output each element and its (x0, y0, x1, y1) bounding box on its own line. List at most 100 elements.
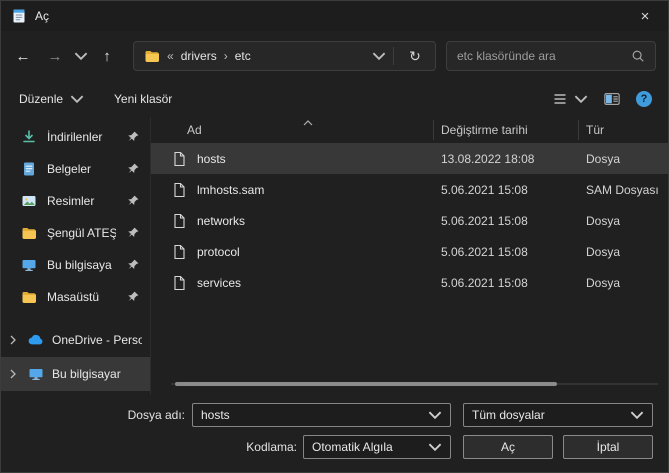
file-type: Dosya (586, 275, 621, 290)
sidebar-item[interactable]: Belgeler (3, 153, 148, 185)
file-modified: 5.06.2021 15:08 (441, 213, 528, 228)
file-name-cell: lmhosts.sam (171, 182, 441, 198)
file-modified: 5.06.2021 15:08 (441, 275, 528, 290)
filetype-value: Tüm dosyalar (472, 408, 545, 422)
file-icon (171, 213, 187, 229)
chevron-down-icon (74, 49, 88, 63)
breadcrumb-segment-etc[interactable]: etc (235, 49, 251, 63)
sidebar-item-icon (21, 257, 37, 273)
preview-pane-icon[interactable] (604, 91, 620, 107)
organize-button[interactable]: Düzenle (19, 92, 84, 106)
file-name-cell: networks (171, 213, 441, 229)
navigation-bar: ← → ↑ « drivers › etc ↻ (1, 31, 668, 81)
navigation-sidebar: İndirilenler Belgeler Resimler Şengül AT… (1, 117, 151, 395)
chevron-down-icon[interactable] (428, 408, 442, 422)
file-icon (171, 244, 187, 260)
file-icon (171, 275, 187, 291)
column-separator[interactable] (433, 120, 434, 140)
chevron-down-icon (630, 408, 644, 422)
sidebar-tree: OneDrive - Perso Bu bilgisayar (1, 323, 150, 391)
column-headers: Ad Değiştirme tarihi Tür (151, 117, 668, 143)
sidebar-item[interactable]: Bu bilgisaya (3, 249, 148, 281)
titlebar: Aç × (1, 1, 668, 31)
search-box[interactable] (446, 41, 656, 71)
sidebar-tree-item[interactable]: Bu bilgisayar (1, 357, 150, 391)
recent-locations-button[interactable] (71, 41, 91, 71)
refresh-button[interactable]: ↻ (401, 43, 429, 69)
encoding-select[interactable]: Otomatik Algıla (303, 435, 451, 459)
file-icon (171, 151, 187, 167)
file-row[interactable]: hosts 13.08.2022 18:08 Dosya (151, 143, 668, 174)
sidebar-item-icon (21, 129, 37, 145)
toolbar-right-group: ? (552, 91, 652, 107)
file-row[interactable]: services 5.06.2021 15:08 Dosya (151, 267, 668, 298)
sidebar-item[interactable]: İndirilenler (3, 121, 148, 153)
up-button[interactable]: ↑ (91, 41, 123, 71)
sidebar-item[interactable]: Resimler (3, 185, 148, 217)
main-content: İndirilenler Belgeler Resimler Şengül AT… (1, 117, 668, 395)
address-dropdown-chevron-icon[interactable] (372, 49, 386, 63)
open-button[interactable]: Aç (463, 435, 553, 459)
file-type: Dosya (586, 151, 621, 166)
help-button[interactable]: ? (636, 91, 652, 107)
file-type: SAM Dosyası (586, 182, 659, 197)
file-name: networks (197, 213, 246, 228)
sidebar-item[interactable]: Masaüstü (3, 281, 148, 313)
sidebar-item-label: Şengül ATEŞ (47, 226, 116, 240)
pin-icon (126, 258, 140, 272)
sort-ascending-icon (303, 117, 313, 129)
pin-icon (126, 290, 140, 304)
search-input[interactable] (457, 49, 623, 63)
sidebar-item-icon (28, 366, 44, 382)
chevron-down-icon (428, 440, 442, 454)
chevron-right-icon[interactable] (10, 369, 20, 379)
breadcrumb-segment-drivers[interactable]: drivers (181, 49, 217, 63)
pin-icon (126, 130, 140, 144)
sidebar-item-label: İndirilenler (47, 130, 103, 144)
file-name: protocol (197, 244, 240, 259)
sidebar-item-label: Bu bilgisayar (52, 367, 121, 381)
encoding-label: Kodlama: (246, 440, 297, 454)
breadcrumb-separator: › (223, 49, 228, 63)
chevron-right-icon[interactable] (10, 335, 20, 345)
sidebar-item[interactable]: Şengül ATEŞ (3, 217, 148, 249)
new-folder-button[interactable]: Yeni klasör (114, 92, 172, 106)
file-modified: 5.06.2021 15:08 (441, 244, 528, 259)
cancel-button[interactable]: İptal (563, 435, 653, 459)
search-icon (631, 49, 645, 63)
file-list-pane: Ad Değiştirme tarihi Tür hosts 13.08.202… (151, 117, 668, 395)
sidebar-tree-item[interactable]: OneDrive - Perso (1, 323, 150, 357)
file-row[interactable]: networks 5.06.2021 15:08 Dosya (151, 205, 668, 236)
scrollbar-thumb[interactable] (175, 382, 557, 386)
file-row[interactable]: lmhosts.sam 5.06.2021 15:08 SAM Dosyası (151, 174, 668, 205)
close-button[interactable]: × (622, 1, 668, 31)
filetype-select[interactable]: Tüm dosyalar (463, 403, 653, 427)
file-row[interactable]: protocol 5.06.2021 15:08 Dosya (151, 236, 668, 267)
file-rows: hosts 13.08.2022 18:08 Dosya lmhosts.sam… (151, 143, 668, 298)
file-type: Dosya (586, 213, 621, 228)
sidebar-item-icon (28, 332, 44, 348)
column-header-type[interactable]: Tür (586, 123, 668, 137)
notepad-app-icon (11, 8, 27, 24)
encoding-value: Otomatik Algıla (312, 440, 393, 454)
file-name: services (197, 275, 242, 290)
column-header-modified[interactable]: Değiştirme tarihi (441, 123, 586, 137)
filename-input[interactable] (201, 408, 422, 422)
pin-icon (126, 226, 140, 240)
filename-combobox[interactable] (192, 403, 451, 427)
forward-button[interactable]: → (39, 41, 71, 71)
file-name-cell: hosts (171, 151, 441, 167)
sidebar-item-label: Resimler (47, 194, 95, 208)
new-folder-label: Yeni klasör (114, 92, 173, 106)
file-name: lmhosts.sam (197, 182, 265, 197)
horizontal-scrollbar[interactable] (171, 382, 658, 386)
column-separator[interactable] (578, 120, 579, 140)
pin-icon (126, 194, 140, 208)
command-toolbar: Düzenle Yeni klasör ? (1, 81, 668, 117)
file-modified: 13.08.2022 18:08 (441, 151, 535, 166)
change-view-button[interactable] (552, 91, 588, 107)
breadcrumb-collapsed[interactable]: « (167, 49, 174, 63)
address-bar[interactable]: « drivers › etc ↻ (133, 41, 436, 71)
back-button[interactable]: ← (7, 41, 39, 71)
sidebar-item-icon (21, 193, 37, 209)
